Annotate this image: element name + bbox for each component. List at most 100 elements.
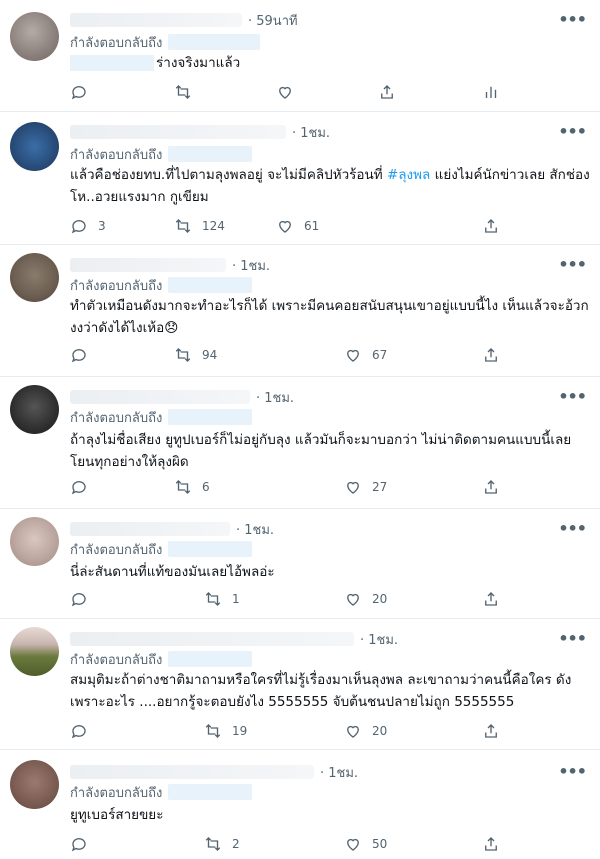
reply-button[interactable] <box>70 345 88 365</box>
like-button[interactable]: 61 <box>276 216 319 236</box>
share-button[interactable] <box>482 345 500 365</box>
share-button[interactable] <box>482 834 500 854</box>
retweet-icon <box>205 837 221 851</box>
replying-to-handle[interactable] <box>168 409 253 425</box>
tweet-time[interactable]: · 1ชม. <box>292 122 330 143</box>
tweet-5[interactable]: · 1ชม. ••• กำลังตอบกลับถึง นี่ล่ะสันดานท… <box>0 509 600 619</box>
like-button[interactable]: 20 <box>344 721 387 741</box>
more-icon[interactable]: ••• <box>558 629 587 648</box>
replying-to-handle[interactable] <box>168 541 253 557</box>
retweet-icon <box>175 348 191 362</box>
avatar[interactable] <box>10 253 59 302</box>
like-count: 50 <box>372 837 388 851</box>
author-name[interactable] <box>70 125 286 139</box>
tweet-6[interactable]: · 1ชม. ••• กำลังตอบกลับถึง สมมุติมะถ้าต่… <box>0 619 600 750</box>
author-name[interactable] <box>70 522 230 536</box>
reply-button[interactable] <box>70 82 88 102</box>
heart-icon <box>347 725 359 738</box>
retweet-button[interactable]: 2 <box>204 834 240 854</box>
tweet-2[interactable]: · 1ชม. ••• กำลังตอบกลับถึง แล้วคือช่องยท… <box>0 112 600 245</box>
more-icon[interactable]: ••• <box>558 255 587 274</box>
more-icon[interactable]: ••• <box>558 10 587 29</box>
tweet-3[interactable]: · 1ชม. ••• กำลังตอบกลับถึง ทำตัวเหมือนดั… <box>0 245 600 377</box>
reply-button[interactable] <box>70 721 88 741</box>
heart-icon <box>347 593 359 606</box>
reply-icon <box>71 86 86 100</box>
like-button[interactable]: 50 <box>344 834 387 854</box>
avatar[interactable] <box>10 627 59 676</box>
hashtag-link[interactable]: #ลุงพล <box>387 167 430 183</box>
heart-icon <box>347 349 359 362</box>
tweet-time[interactable]: · 1ชม. <box>256 387 294 408</box>
tweet-text: นี่ล่ะสันดานที่แท้ของมันเลยไอ้พลอ่ะ <box>70 564 275 580</box>
reply-button[interactable] <box>70 477 88 497</box>
replying-to-handle[interactable] <box>168 277 253 293</box>
reply-button[interactable] <box>70 834 88 854</box>
author-name[interactable] <box>70 390 250 404</box>
replying-to-handle[interactable] <box>168 146 253 162</box>
share-button[interactable] <box>482 721 500 741</box>
replying-to-label: กำลังตอบกลับถึง <box>70 278 163 294</box>
tweet-time[interactable]: · 1ชม. <box>320 762 358 783</box>
like-button[interactable]: 67 <box>344 345 387 365</box>
avatar[interactable] <box>10 760 59 809</box>
tweet-text: ร่างจริงมาแล้ว <box>70 52 590 74</box>
share-button[interactable] <box>482 589 500 609</box>
replying-to-handle[interactable] <box>168 784 253 800</box>
retweet-button[interactable] <box>174 82 192 102</box>
replying-to-label: กำลังตอบกลับถึง <box>70 785 163 801</box>
retweet-count: 94 <box>202 348 218 362</box>
like-count: 27 <box>372 480 388 494</box>
like-count: 20 <box>372 592 388 606</box>
heart-icon <box>347 838 359 851</box>
avatar[interactable] <box>10 12 59 61</box>
retweet-button[interactable]: 6 <box>174 477 210 497</box>
reply-icon <box>71 349 86 363</box>
retweet-button[interactable]: 124 <box>174 216 225 236</box>
reply-icon <box>71 838 86 852</box>
share-button[interactable] <box>378 82 396 102</box>
share-button[interactable] <box>482 477 500 497</box>
share-icon <box>485 592 497 606</box>
author-name[interactable] <box>70 13 242 27</box>
more-icon[interactable]: ••• <box>558 122 587 141</box>
tweet-time[interactable]: · 1ชม. <box>232 255 270 276</box>
avatar[interactable] <box>10 517 59 566</box>
retweet-button[interactable]: 19 <box>204 721 247 741</box>
tweet-4[interactable]: · 1ชม. ••• กำลังตอบกลับถึง ถ้าลุงไม่ชื่อ… <box>0 377 600 509</box>
more-icon[interactable]: ••• <box>558 762 587 781</box>
retweet-button[interactable]: 1 <box>204 589 240 609</box>
tweet-time[interactable]: · 59นาที <box>248 10 298 31</box>
share-icon <box>485 219 497 233</box>
like-button[interactable]: 20 <box>344 589 387 609</box>
analytics-button[interactable] <box>482 82 500 102</box>
replying-to-handle[interactable] <box>168 651 253 667</box>
tweet-7[interactable]: · 1ชม. ••• กำลังตอบกลับถึง ยูทูเบอร์สายข… <box>0 750 600 859</box>
tweet-time[interactable]: · 1ชม. <box>360 629 398 650</box>
reply-button[interactable]: 3 <box>70 216 106 236</box>
more-icon[interactable]: ••• <box>558 387 587 406</box>
share-button[interactable] <box>482 216 500 236</box>
replying-to-handle[interactable] <box>168 34 261 50</box>
retweet-count: 2 <box>232 837 240 851</box>
tweet-text: ถ้าลุงไม่ชื่อเสียง ยูทูปเบอร์ก็ไม่อยู่กั… <box>70 432 572 470</box>
mention-handle[interactable] <box>70 55 154 71</box>
author-name[interactable] <box>70 632 354 646</box>
share-icon <box>485 480 497 494</box>
avatar[interactable] <box>10 122 59 171</box>
reply-icon <box>71 725 86 739</box>
more-icon[interactable]: ••• <box>558 519 587 538</box>
like-button[interactable]: 27 <box>344 477 387 497</box>
author-name[interactable] <box>70 258 226 272</box>
retweet-button[interactable]: 94 <box>174 345 217 365</box>
avatar[interactable] <box>10 385 59 434</box>
like-button[interactable] <box>276 82 294 102</box>
author-name[interactable] <box>70 765 314 779</box>
retweet-count: 19 <box>232 724 248 738</box>
retweet-icon <box>175 85 191 99</box>
tweet-text: ทำตัวเหมือนดังมากจะทำอะไรก็ได้ เพราะมีคน… <box>70 298 589 336</box>
tweet-time[interactable]: · 1ชม. <box>236 519 274 540</box>
like-count: 20 <box>372 724 388 738</box>
reply-button[interactable] <box>70 589 88 609</box>
tweet-1[interactable]: · 59นาที ••• กำลังตอบกลับถึง ร่างจริงมาแ… <box>0 0 600 112</box>
